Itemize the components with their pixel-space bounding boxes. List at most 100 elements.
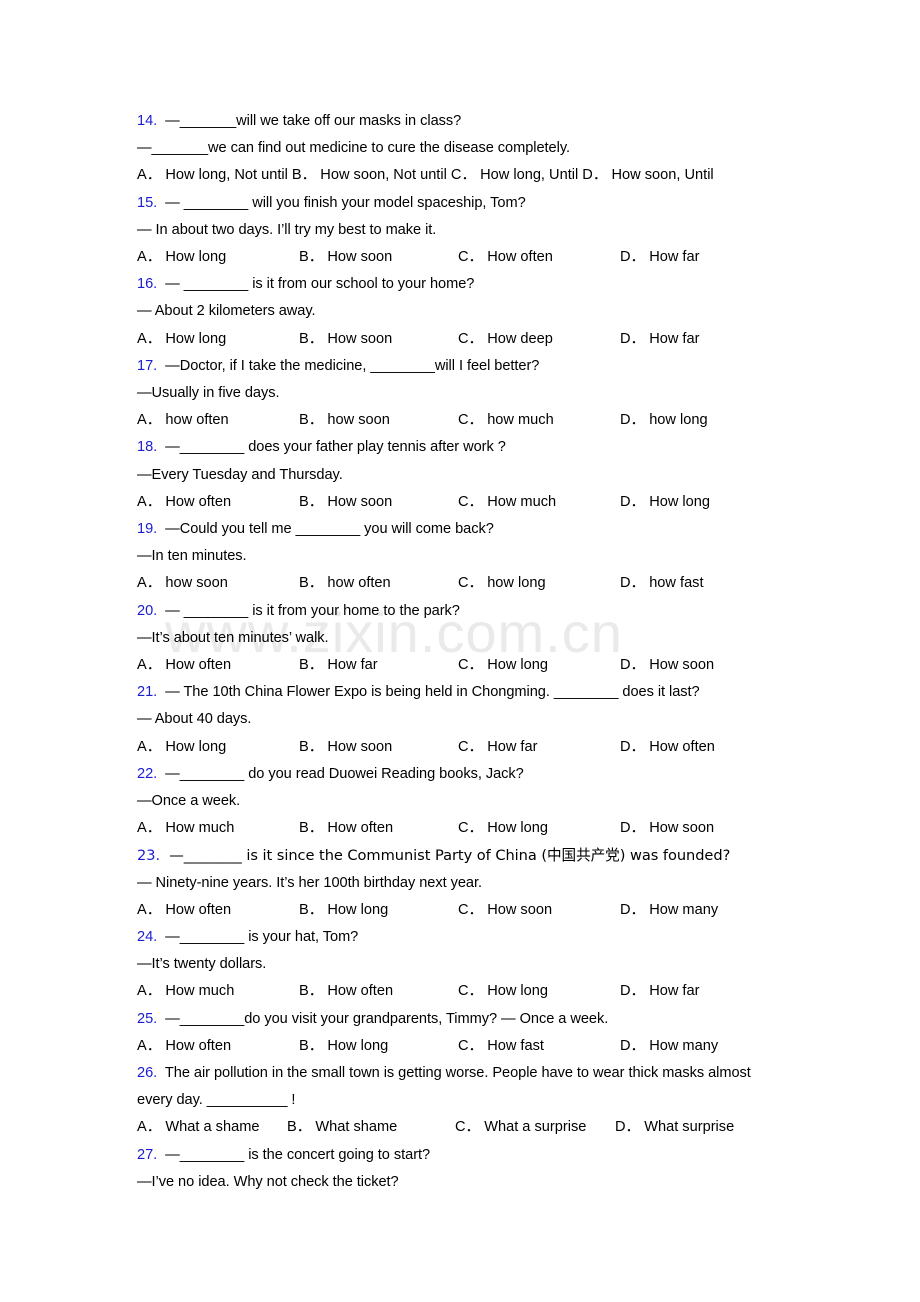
- option-d[interactable]: D． How soon: [620, 815, 714, 842]
- option-b[interactable]: B． How soon: [299, 244, 392, 271]
- option-row: A． How long B． How soon C． How often D． …: [137, 244, 797, 271]
- question-text: —Could you tell me ________ you will com…: [165, 520, 494, 537]
- question-text: — ________ is it from our school to your…: [165, 276, 475, 293]
- option-c[interactable]: C． How long: [458, 652, 548, 679]
- option-b[interactable]: B． How long: [299, 897, 388, 924]
- option-a[interactable]: A． How much: [137, 978, 234, 1005]
- option-d[interactable]: D． how fast: [620, 570, 704, 597]
- question-text: —_______we can find out medicine to cure…: [137, 140, 570, 157]
- option-c[interactable]: C． How far: [458, 734, 537, 761]
- option-c[interactable]: C． How much: [458, 489, 556, 516]
- option-row: A． How often B． How long C． How fast D． …: [137, 1033, 797, 1060]
- option-b[interactable]: B． How often: [299, 978, 393, 1005]
- question-text: — About 40 days.: [137, 711, 252, 728]
- question-line: 27. —________ is the concert going to st…: [137, 1142, 797, 1169]
- question-line: 19. —Could you tell me ________ you will…: [137, 516, 797, 543]
- option-c[interactable]: C． How soon: [458, 897, 552, 924]
- question-number: 23.: [137, 847, 161, 865]
- question-line: 23. —________ is it since the Communist …: [137, 842, 797, 869]
- option-row: A． What a shame B． What shame C． What a …: [137, 1114, 797, 1141]
- question-text: —Doctor, if I take the medicine, _______…: [165, 357, 540, 374]
- question-text: —________ is it since the Communist Part…: [169, 847, 731, 865]
- option-a[interactable]: A． How often: [137, 1033, 231, 1060]
- option-a[interactable]: A． How often: [137, 489, 231, 516]
- option-a[interactable]: A． How often: [137, 652, 231, 679]
- option-a[interactable]: A． How much: [137, 815, 234, 842]
- question-text: — In about two days. I’ll try my best to…: [137, 221, 437, 238]
- question-text: —It’s twenty dollars.: [137, 956, 267, 973]
- question-number: 26.: [137, 1064, 158, 1081]
- option-c[interactable]: C． What a surprise: [455, 1114, 586, 1141]
- question-line: 20. — ________ is it from your home to t…: [137, 598, 797, 625]
- option-c[interactable]: C． How deep: [458, 326, 553, 353]
- question-text: — The 10th China Flower Expo is being he…: [165, 684, 700, 701]
- question-line: 18. —________ does your father play tenn…: [137, 434, 797, 461]
- question-number: 21.: [137, 684, 158, 701]
- option-c[interactable]: C． How often: [458, 244, 553, 271]
- question-text: —Usually in five days.: [137, 385, 280, 401]
- option-row: A． how often B． how soon C． how much D． …: [137, 407, 797, 434]
- option-d[interactable]: D． How soon: [620, 652, 714, 679]
- question-text: — ________ will you finish your model sp…: [165, 194, 526, 211]
- option-b[interactable]: B． how soon: [299, 407, 390, 434]
- option-c[interactable]: C． how much: [458, 407, 554, 434]
- option-d[interactable]: D． How many: [620, 897, 718, 924]
- option-c[interactable]: C． How long: [458, 978, 548, 1005]
- option-c[interactable]: C． How fast: [458, 1033, 544, 1060]
- question-text: every day. __________ !: [137, 1092, 296, 1109]
- question-number: 15.: [137, 194, 158, 211]
- option-row: A． How long B． How soon C． How far D． Ho…: [137, 734, 797, 761]
- question-line: —Every Tuesday and Thursday.: [137, 462, 797, 489]
- option-d[interactable]: D． How long: [620, 489, 710, 516]
- question-text: —_______will we take off our masks in cl…: [165, 113, 462, 129]
- question-text: —________ does your father play tennis a…: [165, 439, 506, 456]
- question-line: 17. —Doctor, if I take the medicine, ___…: [137, 353, 797, 380]
- option-b[interactable]: B． What shame: [287, 1114, 397, 1141]
- option-c[interactable]: C． How long: [458, 815, 548, 842]
- question-line: — About 40 days.: [137, 706, 797, 733]
- option-a[interactable]: A． How long: [137, 326, 226, 353]
- option-b[interactable]: B． How soon: [299, 326, 392, 353]
- question-line: 24. —________ is your hat, Tom?: [137, 924, 797, 951]
- option-d[interactable]: D． How many: [620, 1033, 718, 1060]
- option-row: A． How often B． How far C． How long D． H…: [137, 652, 797, 679]
- option-d[interactable]: D． how long: [620, 407, 708, 434]
- question-line: 22. —________ do you read Duowei Reading…: [137, 761, 797, 788]
- question-text: —In ten minutes.: [137, 548, 247, 565]
- document-page: www.zixin.com.cn 14. —_______will we tak…: [0, 0, 920, 1302]
- option-b[interactable]: B． How long: [299, 1033, 388, 1060]
- option-d[interactable]: D． What surprise: [615, 1114, 734, 1141]
- option-c[interactable]: C． how long: [458, 570, 546, 597]
- question-line: — In about two days. I’ll try my best to…: [137, 217, 797, 244]
- option-b[interactable]: B． How far: [299, 652, 378, 679]
- option-row: A． How often B． How long C． How soon D． …: [137, 897, 797, 924]
- option-d[interactable]: D． How far: [620, 978, 699, 1005]
- option-a[interactable]: A． how soon: [137, 570, 228, 597]
- question-line: —Once a week.: [137, 788, 797, 815]
- option-a[interactable]: A． How long: [137, 244, 226, 271]
- option-inline[interactable]: A． How long, Not until B． How soon, Not …: [137, 167, 714, 183]
- option-b[interactable]: B． How soon: [299, 489, 392, 516]
- question-text: —________ is the concert going to start?: [165, 1146, 431, 1163]
- option-a[interactable]: A． How long: [137, 734, 226, 761]
- option-b[interactable]: B． How often: [299, 815, 393, 842]
- option-d[interactable]: D． How far: [620, 326, 699, 353]
- option-row: A． How long, Not until B． How soon, Not …: [137, 162, 797, 189]
- option-b[interactable]: B． how often: [299, 570, 391, 597]
- question-line: 26. The air pollution in the small town …: [137, 1060, 797, 1087]
- option-d[interactable]: D． How often: [620, 734, 715, 761]
- option-a[interactable]: A． What a shame: [137, 1114, 259, 1141]
- question-number: 27.: [137, 1146, 158, 1163]
- question-text: —________ is your hat, Tom?: [165, 928, 359, 945]
- option-a[interactable]: A． how often: [137, 407, 229, 434]
- question-text: —I’ve no idea. Why not check the ticket?: [137, 1173, 399, 1190]
- option-a[interactable]: A． How often: [137, 897, 231, 924]
- option-d[interactable]: D． How far: [620, 244, 699, 271]
- question-number: 16.: [137, 276, 158, 293]
- option-b[interactable]: B． How soon: [299, 734, 392, 761]
- question-number: 25.: [137, 1010, 158, 1027]
- question-line: 16. — ________ is it from our school to …: [137, 271, 797, 298]
- question-number: 18.: [137, 439, 158, 456]
- option-row: A． How often B． How soon C． How much D． …: [137, 489, 797, 516]
- question-line: —_______we can find out medicine to cure…: [137, 135, 797, 162]
